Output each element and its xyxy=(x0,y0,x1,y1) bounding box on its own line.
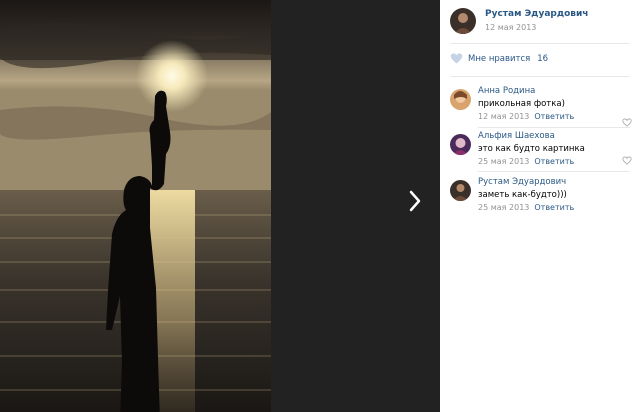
comment-text: заметь как-будто))) xyxy=(478,190,567,200)
comment-author[interactable]: Рустам Эдуардович xyxy=(478,177,628,188)
post-author: Рустам Эдуардович 12 мая 2013 xyxy=(450,8,588,34)
reply-link[interactable]: Ответить xyxy=(534,203,574,212)
next-photo-button[interactable] xyxy=(400,186,430,216)
comment-avatar[interactable] xyxy=(450,134,471,155)
like-count[interactable]: 16 xyxy=(537,54,548,64)
heart-icon xyxy=(450,53,463,64)
author-name[interactable]: Рустам Эдуардович xyxy=(485,8,588,20)
photo-image xyxy=(0,0,271,412)
reply-link[interactable]: Ответить xyxy=(534,112,574,121)
like-button[interactable]: Мне нравится 16 xyxy=(450,53,548,64)
comment-date[interactable]: 25 мая 2013 xyxy=(478,203,529,212)
post-date[interactable]: 12 мая 2013 xyxy=(485,22,588,33)
like-label: Мне нравится xyxy=(468,53,531,64)
comment-text: прикольная фотка) xyxy=(478,99,565,109)
avatar-image xyxy=(450,8,476,34)
divider xyxy=(450,76,630,77)
divider xyxy=(478,127,630,128)
comment-author[interactable]: Альфия Шаехова xyxy=(478,131,628,142)
comment-date[interactable]: 12 мая 2013 xyxy=(478,112,529,121)
photo[interactable] xyxy=(0,0,271,412)
avatar[interactable] xyxy=(450,8,476,34)
comment-author[interactable]: Анна Родина xyxy=(478,86,628,97)
divider xyxy=(478,171,630,172)
reply-link[interactable]: Ответить xyxy=(534,157,574,166)
heart-icon[interactable] xyxy=(622,118,632,127)
comment-avatar[interactable] xyxy=(450,180,471,201)
photo-viewer xyxy=(0,0,440,412)
comment-date[interactable]: 25 мая 2013 xyxy=(478,157,529,166)
divider xyxy=(450,43,630,44)
comment-avatar[interactable] xyxy=(450,89,471,110)
comment-text: это как будто картинка xyxy=(478,144,585,154)
chevron-right-icon xyxy=(409,190,421,212)
heart-icon[interactable] xyxy=(622,156,632,165)
photo-sidebar: Рустам Эдуардович 12 мая 2013 Мне нравит… xyxy=(440,0,640,412)
